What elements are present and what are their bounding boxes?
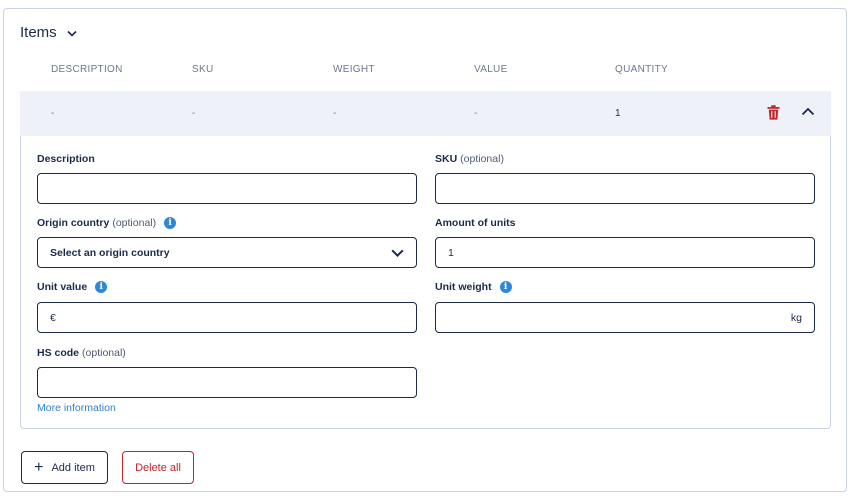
info-icon[interactable]: i <box>499 281 512 293</box>
description-input[interactable] <box>37 173 417 204</box>
amount-of-units-label: Amount of units <box>435 217 516 229</box>
row-weight: - <box>333 108 337 119</box>
amount-of-units-input[interactable]: 1 <box>435 237 815 268</box>
sku-input[interactable] <box>435 173 815 204</box>
column-header-description: DESCRIPTION <box>51 64 123 75</box>
items-section-toggle[interactable]: Items <box>20 24 77 41</box>
hs-code-input[interactable] <box>37 367 417 398</box>
unit-weight-input[interactable]: kg <box>435 302 815 333</box>
row-value: - <box>474 108 478 119</box>
currency-prefix: € <box>50 311 56 324</box>
column-header-value: VALUE <box>474 64 508 75</box>
hs-code-label: HS code (optional) <box>37 347 126 359</box>
column-header-quantity: QUANTITY <box>615 64 668 75</box>
row-description: - <box>51 108 55 119</box>
chevron-up-icon[interactable] <box>801 107 815 116</box>
items-card: Items DESCRIPTION SKU WEIGHT VALUE QUANT… <box>3 8 847 492</box>
unit-value-label: Unit value i <box>37 281 108 293</box>
origin-country-label: Origin country (optional) i <box>37 217 177 229</box>
info-icon[interactable]: i <box>95 281 108 293</box>
description-label: Description <box>37 153 95 165</box>
add-item-button[interactable]: + Add item <box>21 451 108 484</box>
delete-all-button[interactable]: Delete all <box>122 451 194 484</box>
column-header-weight: WEIGHT <box>333 64 375 75</box>
origin-country-select[interactable]: Select an origin country <box>37 237 417 268</box>
items-section-title: Items <box>20 24 57 41</box>
plus-icon: + <box>34 458 44 476</box>
column-header-sku: SKU <box>192 64 214 75</box>
more-information-link[interactable]: More information <box>37 402 116 414</box>
item-edit-form: Description SKU (optional) Origin country… <box>20 136 831 429</box>
chevron-down-icon <box>67 30 77 37</box>
sku-label: SKU (optional) <box>435 153 504 165</box>
unit-weight-label: Unit weight i <box>435 281 512 293</box>
weight-unit-suffix: kg <box>790 311 802 324</box>
chevron-down-icon <box>391 249 404 257</box>
row-quantity: 1 <box>615 108 621 119</box>
table-row[interactable]: - - - - 1 <box>20 91 831 136</box>
info-icon[interactable]: i <box>164 217 177 229</box>
row-sku: - <box>192 108 196 119</box>
unit-value-input[interactable]: € <box>37 302 417 333</box>
trash-icon[interactable] <box>767 105 780 120</box>
